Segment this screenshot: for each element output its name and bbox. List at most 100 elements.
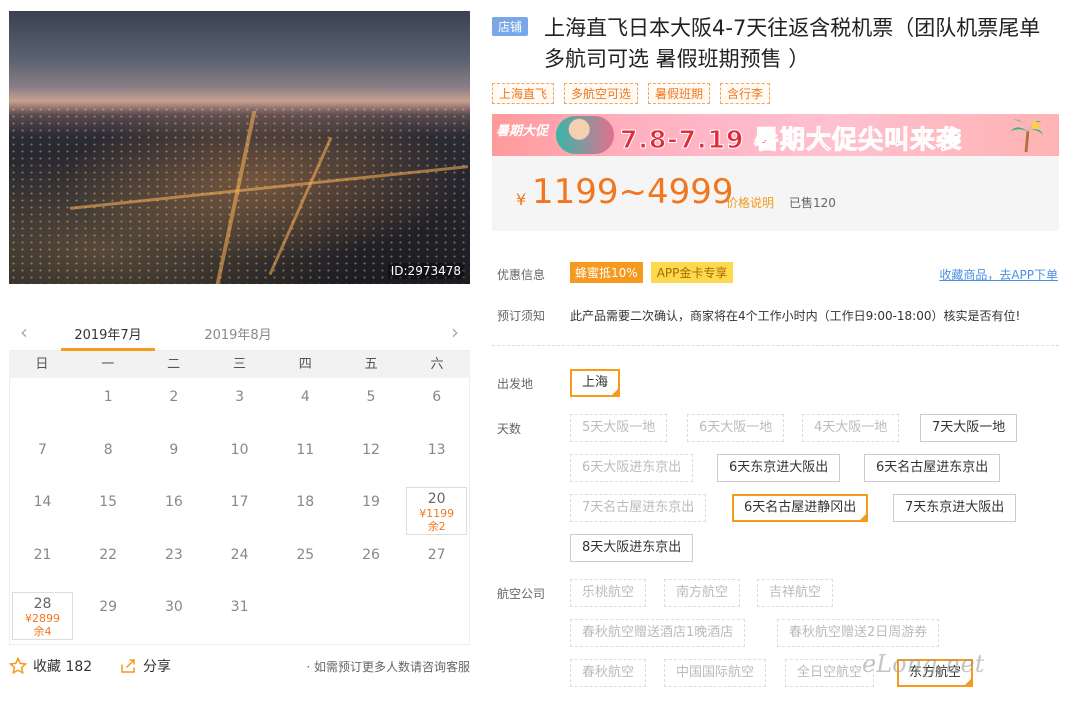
tab-month-july[interactable]: 2019年7月 bbox=[61, 324, 155, 351]
day-number: 18 bbox=[296, 494, 315, 510]
weekday: 六 bbox=[430, 357, 444, 372]
day-remaining: 余2 bbox=[427, 520, 446, 533]
day-number: 29 bbox=[99, 599, 118, 615]
left-column: ID:2973478 ‹ 2019年7月 2019年8月 › 日 一 二 三 四… bbox=[9, 11, 470, 703]
calendar-day: 1 bbox=[78, 382, 139, 430]
promo-banner[interactable]: 暑期大促 7.8-7.19 暑期大促尖叫来袭 bbox=[492, 114, 1059, 156]
promo-tag-honey[interactable]: 蜂蜜抵10% bbox=[570, 262, 643, 283]
day-option[interactable]: 6天大阪进东京出 bbox=[570, 454, 694, 482]
day-option[interactable]: 7天东京进大阪出 bbox=[893, 494, 1017, 522]
day-number: 13 bbox=[427, 441, 446, 458]
day-number: 2 bbox=[169, 389, 179, 405]
favorite-button[interactable]: 收藏 182 bbox=[9, 656, 92, 676]
calendar-day: 13 bbox=[406, 435, 467, 483]
store-badge[interactable]: 店铺 bbox=[492, 17, 529, 36]
day-number: 25 bbox=[296, 546, 315, 563]
share-icon bbox=[121, 659, 135, 673]
calendar-day: 8 bbox=[78, 435, 139, 483]
feature-tag: 暑假班期 bbox=[648, 83, 711, 104]
day-number: 21 bbox=[33, 546, 52, 563]
feature-tag: 多航空可选 bbox=[564, 83, 639, 104]
price-explanation-link[interactable]: 价格说明 bbox=[726, 194, 774, 211]
notice-label: 预订须知 bbox=[497, 309, 546, 323]
calendar-day: 14 bbox=[12, 487, 73, 535]
day-number: 6 bbox=[432, 389, 442, 405]
promo-tags: 蜂蜜抵10% APP金卡专享 bbox=[570, 262, 734, 283]
departure-label: 出发地 bbox=[497, 377, 534, 391]
airline-option[interactable]: 中国国际航空 bbox=[664, 659, 767, 687]
promo-tag-app-gold[interactable]: APP金卡专享 bbox=[650, 262, 734, 283]
price-box: ¥ 1199~4999 价格说明 已售120 bbox=[492, 156, 1059, 231]
weekday: 二 bbox=[167, 357, 181, 372]
palm-tree-icon bbox=[1010, 119, 1044, 153]
day-number: 23 bbox=[164, 546, 183, 563]
airline-option[interactable]: 春秋航空赠送2日周游券 bbox=[777, 619, 940, 647]
day-number: 19 bbox=[362, 494, 380, 510]
calendar-weekdays: 日 一 二 三 四 五 六 bbox=[9, 351, 470, 378]
next-month-icon[interactable]: › bbox=[445, 322, 465, 342]
airline-option[interactable]: 全日空航空 bbox=[785, 659, 875, 687]
departure-option[interactable]: 上海 bbox=[570, 369, 621, 397]
day-option[interactable]: 4天大阪一地 bbox=[802, 414, 900, 442]
product-title: 上海直飞日本大阪4-7天往返含税机票（团队机票尾单 多航司可选 暑假班期预售 ） bbox=[544, 16, 1041, 71]
day-option[interactable]: 7天大阪一地 bbox=[920, 414, 1018, 442]
image-id-label: ID:2973478 bbox=[387, 263, 464, 279]
calendar-day: 30 bbox=[143, 592, 204, 640]
prev-month-icon[interactable]: ‹ bbox=[14, 322, 34, 342]
calendar-day: 31 bbox=[209, 592, 270, 640]
calendar-day: 12 bbox=[341, 435, 402, 483]
product-hero-image[interactable]: ID:2973478 bbox=[9, 11, 470, 284]
day-number: 15 bbox=[99, 494, 118, 510]
consult-note: · 如需预订更多人数请咨询客服 bbox=[306, 660, 470, 674]
share-button[interactable]: 分享 bbox=[119, 656, 171, 676]
city-lights bbox=[9, 106, 470, 284]
calendar-day: 27 bbox=[406, 540, 467, 588]
weekday: 三 bbox=[232, 357, 246, 372]
calendar-day: 21 bbox=[12, 540, 73, 588]
airline-option[interactable]: 吉祥航空 bbox=[757, 579, 834, 607]
day-number: 17 bbox=[230, 494, 249, 510]
calendar-day: 26 bbox=[341, 540, 402, 588]
calendar-day: 9 bbox=[143, 435, 204, 483]
calendar-day: 10 bbox=[209, 435, 270, 483]
calendar-day-available[interactable]: 28 ¥2899 余4 bbox=[12, 592, 73, 640]
banner-text: 7.8-7.19 暑期大促尖叫来袭 bbox=[619, 125, 963, 155]
favorite-app-link[interactable]: 收藏商品，去APP下单 bbox=[939, 266, 1058, 283]
day-number: 20 bbox=[427, 491, 446, 507]
banner-figure-icon bbox=[556, 116, 614, 154]
price-currency: ¥ bbox=[516, 190, 527, 209]
airline-option[interactable]: 春秋航空赠送酒店1晚酒店 bbox=[570, 619, 746, 647]
day-number: 28 bbox=[33, 596, 52, 612]
day-option[interactable]: 6天大阪一地 bbox=[687, 414, 785, 442]
calendar-day: 6 bbox=[406, 382, 467, 430]
weekday: 四 bbox=[298, 357, 312, 372]
calendar-day: 4 bbox=[275, 382, 336, 430]
sold-count: 已售120 bbox=[789, 196, 836, 210]
calendar-day: 23 bbox=[143, 540, 204, 588]
day-option[interactable]: 6天名古屋进静冈出 bbox=[732, 494, 869, 522]
day-number: 22 bbox=[99, 546, 118, 563]
banner-badge: 暑期大促 bbox=[496, 124, 549, 139]
day-number: 27 bbox=[427, 546, 446, 563]
day-number: 30 bbox=[164, 599, 183, 615]
calendar-day: 3 bbox=[209, 382, 270, 430]
day-option[interactable]: 6天名古屋进东京出 bbox=[864, 454, 1001, 482]
favorite-label: 收藏 182 bbox=[33, 659, 93, 675]
day-option[interactable]: 5天大阪一地 bbox=[570, 414, 668, 442]
day-number: 3 bbox=[235, 389, 245, 405]
airline-option[interactable]: 乐桃航空 bbox=[570, 579, 647, 607]
day-number: 8 bbox=[103, 441, 113, 458]
airline-option[interactable]: 南方航空 bbox=[664, 579, 741, 607]
calendar-day: 15 bbox=[78, 487, 139, 535]
day-option[interactable]: 6天东京进大阪出 bbox=[717, 454, 841, 482]
price-range: 1199~4999 bbox=[532, 172, 734, 212]
airline-label: 航空公司 bbox=[497, 587, 546, 601]
feature-tag: 含行李 bbox=[720, 83, 771, 104]
day-option[interactable]: 7天名古屋进东京出 bbox=[570, 494, 707, 522]
day-option[interactable]: 8天大阪进东京出 bbox=[570, 534, 694, 562]
tab-month-august[interactable]: 2019年8月 bbox=[191, 324, 285, 343]
day-number: 4 bbox=[300, 389, 310, 405]
calendar-day: 16 bbox=[143, 487, 204, 535]
airline-option[interactable]: 春秋航空 bbox=[570, 659, 647, 687]
calendar-day-available[interactable]: 20 ¥1199 余2 bbox=[406, 487, 468, 535]
